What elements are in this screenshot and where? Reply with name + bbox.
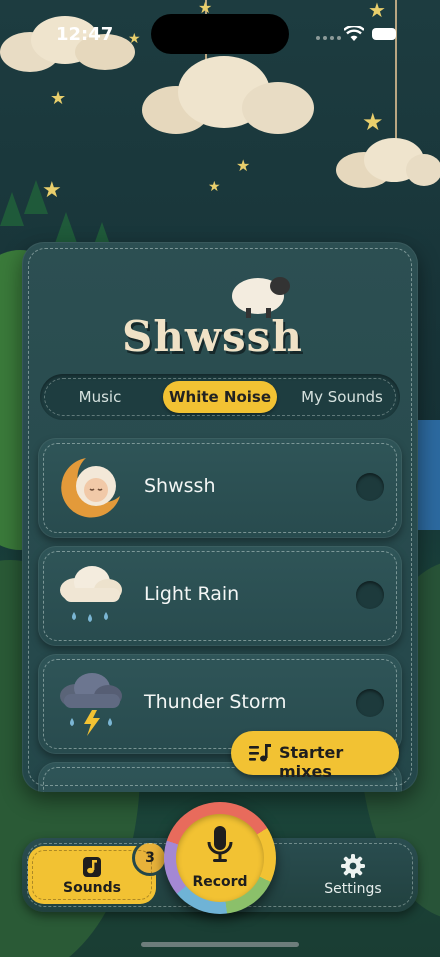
rain-cloud-icon xyxy=(60,566,122,622)
river xyxy=(415,420,440,530)
status-time: 12:47 xyxy=(56,24,114,45)
star-icon: ★ xyxy=(42,178,62,203)
cellular-signal-icon xyxy=(316,36,341,40)
thunder-cloud-icon xyxy=(60,673,122,736)
category-tabs: Music White Noise My Sounds xyxy=(40,374,400,420)
sound-title: Light Rain xyxy=(144,583,240,605)
music-note-icon xyxy=(83,857,101,877)
starter-mixes-label: Starter mixes xyxy=(279,743,344,781)
status-bar: 12:47 xyxy=(0,0,440,60)
cloud-icon xyxy=(336,138,440,188)
record-button-face: Record xyxy=(176,814,264,902)
sleeping-sheep-moon-icon xyxy=(61,458,120,518)
dynamic-island xyxy=(151,14,289,54)
star-icon: ★ xyxy=(236,156,251,175)
tab-settings[interactable]: Settings xyxy=(308,846,398,904)
record-label: Record xyxy=(192,874,248,890)
battery-icon xyxy=(372,28,396,40)
app-logo-text: Shwssh xyxy=(122,312,303,361)
star-icon: ★ xyxy=(208,179,221,195)
record-button[interactable]: Record xyxy=(164,802,276,914)
sound-card-light-rain[interactable]: Light Rain xyxy=(38,546,402,646)
sound-title: Thunder Storm xyxy=(144,691,287,713)
tab-my-sounds[interactable]: My Sounds xyxy=(290,381,394,413)
tab-sounds-label: Sounds xyxy=(63,880,121,896)
sounds-count-badge: 3 xyxy=(132,840,168,876)
app-logo: Shwssh xyxy=(122,262,342,372)
music-list-icon xyxy=(249,744,271,762)
sound-card-shwssh[interactable]: Shwssh xyxy=(38,438,402,538)
sound-toggle[interactable] xyxy=(356,581,384,609)
wifi-icon xyxy=(344,26,364,41)
tab-sounds[interactable]: Sounds 3 xyxy=(28,840,168,904)
star-icon: ★ xyxy=(50,88,67,109)
tab-settings-label: Settings xyxy=(324,881,382,897)
tree-icon xyxy=(54,212,78,246)
tree-icon xyxy=(0,192,24,226)
sound-toggle[interactable] xyxy=(356,473,384,501)
cloud-icon xyxy=(142,56,314,134)
sound-library-panel: Shwssh Music White Noise My Sounds Shwss… xyxy=(22,242,418,792)
tab-music[interactable]: Music xyxy=(50,381,150,413)
microphone-icon xyxy=(207,826,233,862)
gear-icon xyxy=(341,854,365,878)
starter-mixes-button[interactable]: Starter mixes xyxy=(231,731,399,781)
sound-title: Shwssh xyxy=(144,475,216,497)
home-indicator xyxy=(141,942,299,947)
sound-toggle[interactable] xyxy=(356,689,384,717)
tab-white-noise[interactable]: White Noise xyxy=(163,381,277,413)
star-icon: ★ xyxy=(362,108,384,136)
